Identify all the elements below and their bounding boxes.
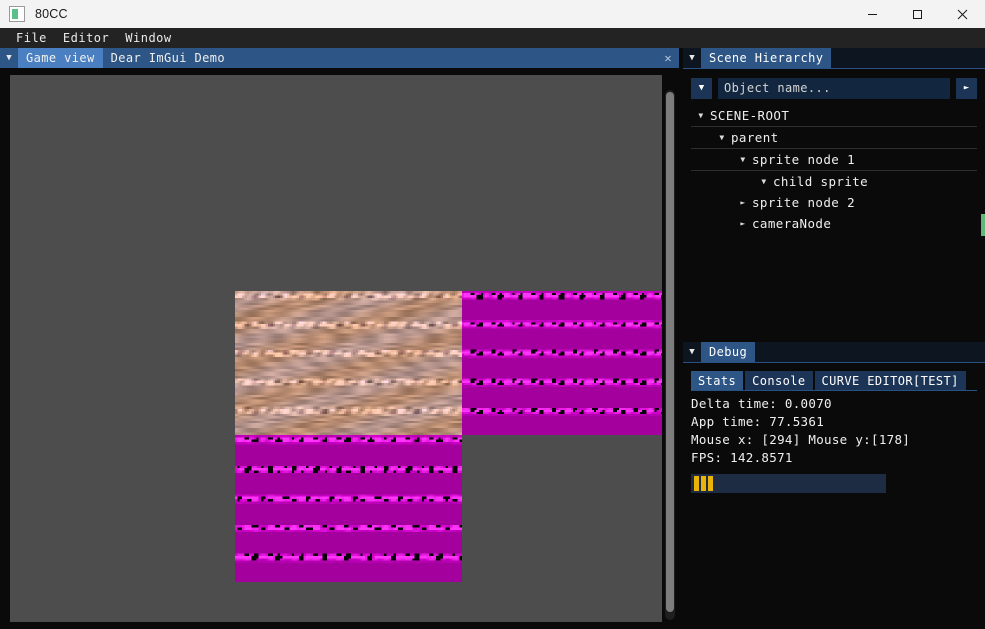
debug-panel: ▼ Debug Stats Console CURVE EDITOR[TEST]… xyxy=(683,342,985,629)
subtab-console[interactable]: Console xyxy=(745,371,813,390)
game-view-dock: ▼ Game view Dear ImGui Demo ✕ xyxy=(0,48,679,629)
menu-bar: File Editor Window xyxy=(0,28,985,48)
menu-window[interactable]: Window xyxy=(117,29,179,47)
application-window: 80CC File Editor Window ▼ Game view Dear… xyxy=(0,0,985,629)
tree-node-label: SCENE-ROOT xyxy=(710,108,790,123)
hierarchy-scroll-indicator[interactable] xyxy=(981,214,985,236)
close-icon xyxy=(957,9,968,19)
maximize-icon xyxy=(913,9,922,19)
tree-node-label: sprite node 1 xyxy=(752,152,856,167)
frame-time-histogram[interactable] xyxy=(691,474,886,493)
tab-dear-imgui-demo[interactable]: Dear ImGui Demo xyxy=(102,48,233,68)
scene-hierarchy-content: ▼ ► ▼ SCENE-ROOT ▼ parent xyxy=(683,69,985,342)
app-icon xyxy=(9,6,25,22)
sprite-node-1[interactable] xyxy=(235,291,462,435)
stat-app-time: App time: 77.5361 xyxy=(691,414,825,429)
collapse-triangle-icon[interactable]: ▼ xyxy=(683,48,701,68)
tree-node-label: cameraNode xyxy=(752,216,832,231)
tree-node-label: sprite node 2 xyxy=(752,195,856,210)
child-sprite[interactable] xyxy=(235,435,462,582)
tree-node-parent[interactable]: ▼ parent xyxy=(691,127,977,149)
tree-node-sprite-node-2[interactable]: ► sprite node 2 xyxy=(691,192,977,213)
close-button[interactable] xyxy=(940,0,985,28)
tree-node-child-sprite[interactable]: ▼ child sprite xyxy=(691,171,977,192)
expand-triangle-icon[interactable]: ▼ xyxy=(737,155,749,164)
collapse-triangle-icon[interactable]: ▼ xyxy=(0,48,18,68)
window-controls xyxy=(850,0,985,28)
expand-triangle-icon[interactable]: ▼ xyxy=(758,177,770,186)
tree-node-scene-root[interactable]: ▼ SCENE-ROOT xyxy=(691,105,977,127)
collapse-triangle-icon[interactable]: ► xyxy=(737,198,749,207)
tree-node-camera-node[interactable]: ► cameraNode xyxy=(691,213,977,234)
minimize-button[interactable] xyxy=(850,0,895,28)
histogram-bar xyxy=(708,476,713,491)
subtab-curve-editor[interactable]: CURVE EDITOR[TEST] xyxy=(814,371,966,390)
scene-tree: ▼ SCENE-ROOT ▼ parent ▼ sprite node 1 ▼ … xyxy=(691,105,977,234)
play-arrow-icon[interactable]: ► xyxy=(956,77,977,99)
histogram-bars xyxy=(694,476,713,491)
tree-node-sprite-node-1[interactable]: ▼ sprite node 1 xyxy=(691,149,977,171)
close-icon[interactable]: ✕ xyxy=(657,48,679,68)
title-bar: 80CC xyxy=(0,0,985,28)
game-view-tabbar: ▼ Game view Dear ImGui Demo ✕ xyxy=(0,48,679,68)
sprite-node-2[interactable] xyxy=(462,291,662,435)
object-name-input[interactable] xyxy=(718,77,950,99)
tab-debug[interactable]: Debug xyxy=(701,342,756,362)
scene-hierarchy-tabbar: ▼ Scene Hierarchy xyxy=(683,48,985,69)
minimize-icon xyxy=(868,13,877,15)
menu-editor[interactable]: Editor xyxy=(55,29,117,47)
histogram-bar xyxy=(701,476,706,491)
stat-delta-time: Delta time: 0.0070 xyxy=(691,396,832,411)
menu-file[interactable]: File xyxy=(8,29,55,47)
maximize-button[interactable] xyxy=(895,0,940,28)
tab-scene-hierarchy[interactable]: Scene Hierarchy xyxy=(701,48,832,68)
debug-content: Stats Console CURVE EDITOR[TEST] Delta t… xyxy=(683,363,985,629)
chevron-down-icon[interactable]: ▼ xyxy=(691,77,712,99)
tree-node-label: parent xyxy=(731,130,779,145)
tab-game-view[interactable]: Game view xyxy=(18,48,103,68)
window-title: 80CC xyxy=(35,7,68,21)
object-filter-row: ▼ ► xyxy=(691,77,977,99)
game-view-body xyxy=(0,68,679,629)
dockspace: ▼ Game view Dear ImGui Demo ✕ ▼ Scene Hi… xyxy=(0,48,985,629)
expand-triangle-icon[interactable]: ▼ xyxy=(716,133,728,142)
game-view-scrollbar-thumb[interactable] xyxy=(666,92,674,612)
histogram-bar xyxy=(694,476,699,491)
game-viewport[interactable] xyxy=(10,75,662,622)
stat-fps: FPS: 142.8571 xyxy=(691,450,793,465)
debug-tabbar: ▼ Debug xyxy=(683,342,985,363)
expand-triangle-icon[interactable]: ▼ xyxy=(695,111,707,120)
right-dock: ▼ Scene Hierarchy ▼ ► ▼ SCENE-ROOT xyxy=(683,48,985,629)
subtab-stats[interactable]: Stats xyxy=(691,371,744,390)
scene-hierarchy-panel: ▼ Scene Hierarchy ▼ ► ▼ SCENE-ROOT xyxy=(683,48,985,342)
collapse-triangle-icon[interactable]: ► xyxy=(737,219,749,228)
collapse-triangle-icon[interactable]: ▼ xyxy=(683,342,701,362)
tree-node-label: child sprite xyxy=(773,174,869,189)
stat-mouse-position: Mouse x: [294] Mouse y:[178] xyxy=(691,432,911,447)
debug-subtabs: Stats Console CURVE EDITOR[TEST] xyxy=(691,371,977,391)
